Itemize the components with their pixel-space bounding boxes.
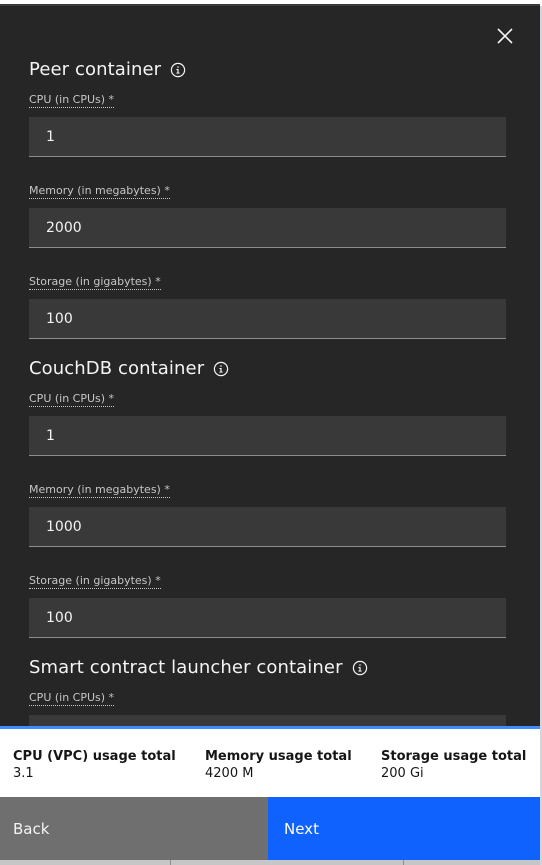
- memory-usage-total: Memory usage total 4200 M: [205, 749, 352, 781]
- usage-summary: CPU (VPC) usage total 3.1 Memory usage t…: [0, 726, 540, 797]
- peer-storage-label: Storage (in gigabytes) *: [29, 275, 161, 290]
- couchdb-storage-input[interactable]: [29, 598, 506, 638]
- info-icon[interactable]: [170, 62, 186, 78]
- cpu-usage-total: CPU (VPC) usage total 3.1: [13, 749, 176, 781]
- couchdb-cpu-input[interactable]: [29, 416, 506, 456]
- launcher-cpu-label: CPU (in CPUs) *: [29, 691, 115, 706]
- cpu-usage-label: CPU (VPC) usage total: [13, 749, 176, 764]
- memory-usage-label: Memory usage total: [205, 749, 352, 764]
- section-title-couchdb: CouchDB container: [29, 358, 229, 379]
- peer-cpu-label: CPU (in CPUs) *: [29, 93, 115, 108]
- divider: [170, 860, 171, 865]
- close-icon: [497, 28, 513, 44]
- bottom-strip: [0, 860, 540, 865]
- section-title-peer: Peer container: [29, 59, 186, 80]
- couchdb-storage-label: Storage (in gigabytes) *: [29, 574, 161, 589]
- section-title-launcher: Smart contract launcher container: [29, 657, 368, 678]
- close-button[interactable]: [488, 19, 522, 53]
- couchdb-memory-input[interactable]: [29, 507, 506, 547]
- back-button[interactable]: Back: [0, 797, 268, 860]
- storage-usage-value: 200 Gi: [381, 766, 424, 781]
- storage-usage-label: Storage usage total: [381, 749, 527, 764]
- divider: [403, 860, 404, 865]
- section-title-text: Smart contract launcher container: [29, 657, 343, 678]
- storage-usage-total: Storage usage total 200 Gi: [381, 749, 526, 781]
- couchdb-memory-label: Memory (in megabytes) *: [29, 483, 170, 498]
- cpu-usage-value: 3.1: [13, 766, 34, 781]
- info-icon[interactable]: [352, 660, 368, 676]
- peer-memory-label: Memory (in megabytes) *: [29, 184, 170, 199]
- memory-usage-value: 4200 M: [205, 766, 254, 781]
- peer-cpu-input[interactable]: [29, 117, 506, 157]
- couchdb-cpu-label: CPU (in CPUs) *: [29, 392, 115, 407]
- side-panel: Peer container CPU (in CPUs) * Memory (i…: [0, 6, 540, 865]
- section-title-text: Peer container: [29, 59, 162, 80]
- next-button[interactable]: Next: [268, 797, 540, 860]
- peer-storage-input[interactable]: [29, 299, 506, 339]
- section-title-text: CouchDB container: [29, 358, 205, 379]
- info-icon[interactable]: [213, 361, 229, 377]
- peer-memory-input[interactable]: [29, 208, 506, 248]
